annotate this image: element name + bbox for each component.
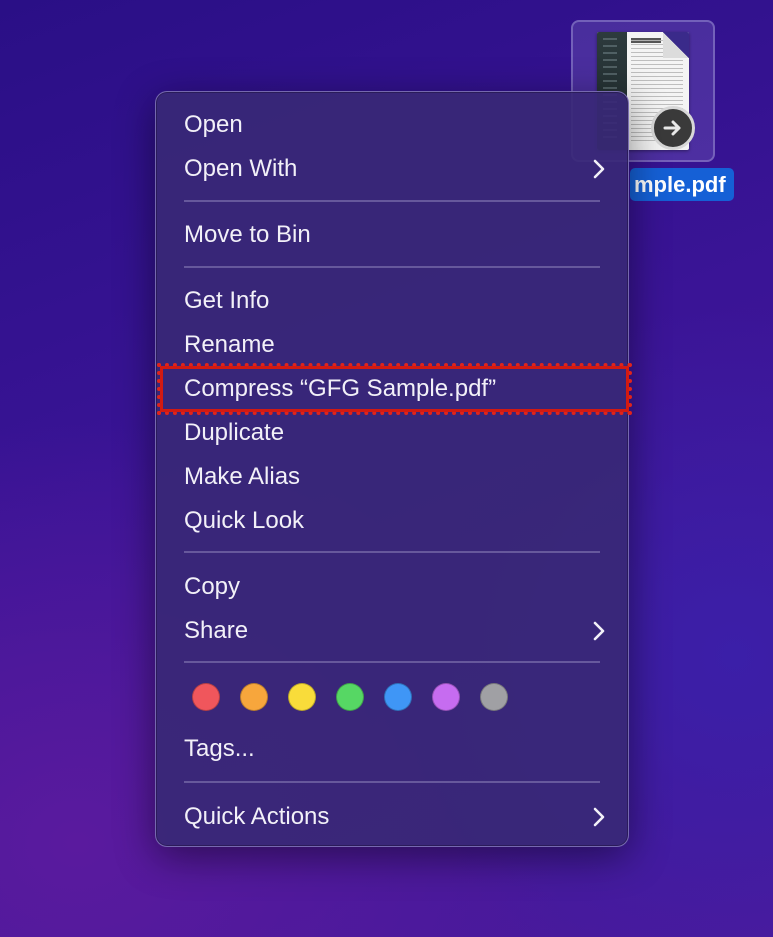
tag-purple-dot[interactable] bbox=[432, 683, 460, 711]
menu-item-label: Rename bbox=[184, 331, 275, 358]
arrow-right-circle-icon[interactable] bbox=[651, 106, 695, 150]
tag-blue-dot[interactable] bbox=[384, 683, 412, 711]
highlight-annotation-box bbox=[157, 363, 632, 415]
tag-color-row bbox=[192, 683, 508, 713]
menu-item-quick-actions[interactable]: Quick Actions bbox=[184, 797, 606, 837]
tag-yellow-dot[interactable] bbox=[288, 683, 316, 711]
tag-gray-dot[interactable] bbox=[480, 683, 508, 711]
menu-item-make-alias[interactable]: Make Alias bbox=[184, 457, 606, 497]
menu-separator bbox=[184, 661, 600, 663]
menu-item-move-to-bin[interactable]: Move to Bin bbox=[184, 215, 606, 255]
tag-orange-dot[interactable] bbox=[240, 683, 268, 711]
menu-item-quick-look[interactable]: Quick Look bbox=[184, 501, 606, 541]
thumbnail-page-curl bbox=[663, 32, 689, 58]
menu-item-label: Open With bbox=[184, 155, 298, 182]
menu-item-get-info[interactable]: Get Info bbox=[184, 281, 606, 321]
menu-item-label: Tags... bbox=[184, 735, 255, 762]
menu-item-label: Move to Bin bbox=[184, 221, 311, 248]
desktop-file-name[interactable]: mple.pdf bbox=[630, 168, 734, 201]
menu-item-copy[interactable]: Copy bbox=[184, 567, 606, 607]
menu-separator bbox=[184, 266, 600, 268]
menu-item-label: Share bbox=[184, 617, 249, 644]
menu-item-label: Copy bbox=[184, 573, 241, 600]
chevron-right-icon bbox=[593, 159, 605, 179]
tag-red-dot[interactable] bbox=[192, 683, 220, 711]
context-menu: Open Open With Move to Bin Get Info Rena… bbox=[155, 91, 629, 847]
menu-item-label: Quick Actions bbox=[184, 803, 330, 830]
chevron-right-icon bbox=[593, 807, 605, 827]
tag-green-dot[interactable] bbox=[336, 683, 364, 711]
menu-item-label: Open bbox=[184, 111, 243, 138]
menu-item-tags[interactable]: Tags... bbox=[184, 729, 606, 769]
menu-item-label: Get Info bbox=[184, 287, 270, 314]
chevron-right-icon bbox=[593, 621, 605, 641]
menu-separator bbox=[184, 551, 600, 553]
menu-item-share[interactable]: Share bbox=[184, 611, 606, 651]
menu-item-label: Quick Look bbox=[184, 507, 305, 534]
menu-separator bbox=[184, 781, 600, 783]
menu-item-rename[interactable]: Rename bbox=[184, 325, 606, 365]
menu-item-label: Make Alias bbox=[184, 463, 301, 490]
menu-item-open[interactable]: Open bbox=[184, 105, 606, 145]
menu-item-label: Duplicate bbox=[184, 419, 285, 446]
menu-item-open-with[interactable]: Open With bbox=[184, 149, 606, 189]
menu-item-duplicate[interactable]: Duplicate bbox=[184, 413, 606, 453]
menu-separator bbox=[184, 200, 600, 202]
